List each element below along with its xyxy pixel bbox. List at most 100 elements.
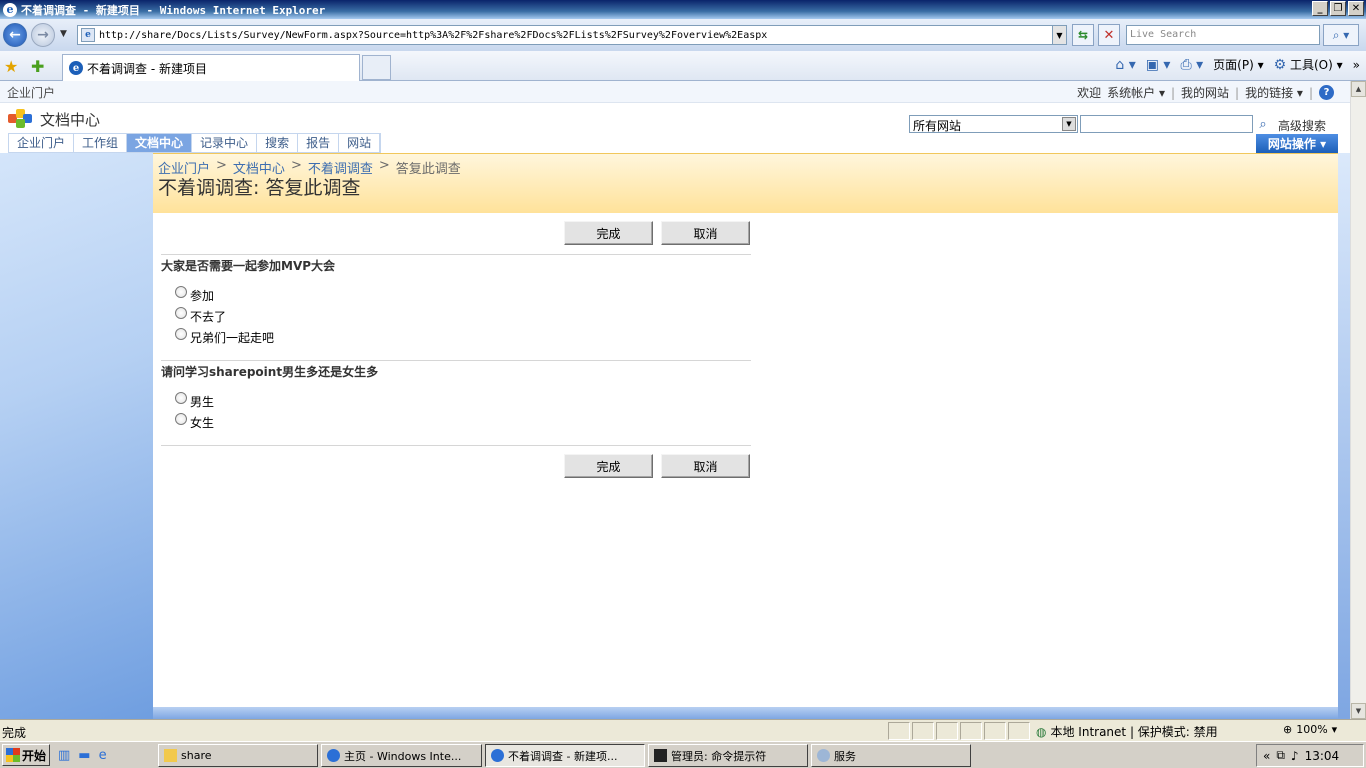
taskbar: 开始 ▥ ▬ e share 主页 - Windows Inte... 不着调调…	[0, 741, 1366, 768]
new-tab-button[interactable]	[362, 55, 391, 80]
option-row[interactable]: 兄弟们一起走吧	[175, 327, 274, 346]
recent-pages-dropdown-icon[interactable]: ▼	[60, 29, 67, 39]
feeds-icon[interactable]: ▣ ▾	[1146, 57, 1171, 73]
nav-item[interactable]: 工作组	[74, 134, 128, 152]
search-scope-value: 所有网站	[913, 119, 962, 133]
scroll-down-icon[interactable]: ▼	[1351, 703, 1366, 719]
ie-logo-icon: e	[3, 2, 17, 17]
page-title: 不着调调查: 答复此调查	[158, 177, 361, 199]
cancel-button[interactable]: 取消	[661, 221, 750, 245]
option-label[interactable]: 不去了	[190, 308, 226, 325]
back-button[interactable]: ←	[3, 23, 27, 47]
restore-button[interactable]: ❐	[1330, 1, 1346, 16]
radio-button[interactable]	[175, 285, 187, 298]
nav-item[interactable]: 企业门户	[9, 134, 75, 152]
stop-button[interactable]: ✕	[1098, 24, 1120, 46]
taskbar-item[interactable]: 主页 - Windows Inte...	[321, 744, 482, 767]
ie-quicklaunch-icon[interactable]: e	[99, 748, 107, 763]
option-row[interactable]: 女生	[175, 412, 214, 431]
add-favorites-icon[interactable]: ✚	[31, 57, 44, 76]
radio-button[interactable]	[175, 391, 187, 404]
sp-global-bar: 企业门户 欢迎 系统帐户 ▾ | 我的网站 | 我的链接 ▾ | ?	[0, 81, 1350, 103]
option-label[interactable]: 女生	[190, 414, 214, 431]
divider: |	[1235, 85, 1240, 100]
nav-item[interactable]: 搜索	[257, 134, 299, 152]
taskbar-item[interactable]: 服务	[811, 744, 971, 767]
my-site-link[interactable]: 我的网站	[1181, 84, 1229, 101]
volume-icon[interactable]: ♪	[1291, 749, 1299, 763]
page-title-area: 企业门户 > 文档中心 > 不着调调查 > 答复此调查 不着调调查: 答复此调查	[153, 153, 1338, 213]
browser-tab[interactable]: e 不着调调查 - 新建项目	[62, 54, 360, 81]
show-desktop-icon[interactable]: ▬	[78, 748, 90, 763]
advanced-search-link[interactable]: 高级搜索	[1278, 117, 1326, 134]
site-actions-menu[interactable]: 网站操作 ▾	[1256, 134, 1338, 153]
my-links-menu-label: 我的链接	[1245, 86, 1294, 100]
divider	[161, 445, 751, 446]
cmd-icon	[654, 749, 667, 762]
taskbar-item[interactable]: 管理员: 命令提示符	[648, 744, 808, 767]
minimize-button[interactable]: _	[1312, 1, 1328, 16]
portal-link[interactable]: 企业门户	[7, 84, 55, 101]
radio-button[interactable]	[175, 306, 187, 319]
account-menu[interactable]: 系统帐户 ▾	[1107, 84, 1165, 101]
radio-button[interactable]	[175, 412, 187, 425]
nav-item[interactable]: 记录中心	[192, 134, 258, 152]
site-name[interactable]: 文档中心	[40, 109, 100, 130]
scroll-up-icon[interactable]: ▲	[1351, 81, 1366, 97]
search-scope-select[interactable]: 所有网站 ▼	[909, 115, 1078, 133]
taskbar-item-active[interactable]: 不着调调查 - 新建项...	[485, 744, 645, 767]
nav-item[interactable]: 报告	[298, 134, 340, 152]
system-tray: « ⧉ ♪ 13:04	[1256, 744, 1364, 767]
taskbar-item[interactable]: share	[158, 744, 318, 767]
favorites-star-icon[interactable]: ★	[4, 57, 18, 76]
option-label[interactable]: 参加	[190, 287, 214, 304]
taskbar-item-label: 管理员: 命令提示符	[671, 749, 767, 763]
page-menu[interactable]: 页面(P) ▾	[1213, 56, 1263, 73]
server-manager-icon[interactable]: ▥	[58, 748, 70, 763]
finish-button[interactable]: 完成	[564, 221, 653, 245]
search-button[interactable]: ⌕ ▾	[1323, 24, 1359, 46]
scope-dropdown-icon[interactable]: ▼	[1062, 117, 1076, 131]
network-icon[interactable]: ⧉	[1276, 748, 1285, 763]
clock[interactable]: 13:04	[1305, 749, 1340, 763]
option-row[interactable]: 男生	[175, 391, 214, 410]
cancel-button[interactable]: 取消	[661, 454, 750, 478]
option-row[interactable]: 参加	[175, 285, 214, 304]
window-title: 不着调调查 - 新建项目 - Windows Internet Explorer	[21, 3, 326, 17]
site-search-input[interactable]	[1080, 115, 1253, 133]
address-dropdown-icon[interactable]: ▼	[1052, 26, 1066, 44]
site-logo-icon	[8, 109, 32, 129]
status-cells	[888, 722, 1030, 740]
option-row[interactable]: 不去了	[175, 306, 226, 325]
nav-item[interactable]: 网站	[339, 134, 381, 152]
option-label[interactable]: 男生	[190, 393, 214, 410]
top-navigation: 企业门户 工作组 文档中心 记录中心 搜索 报告 网站	[8, 133, 382, 153]
ie-icon	[327, 749, 340, 762]
home-icon[interactable]: ⌂ ▾	[1115, 57, 1135, 73]
tools-menu[interactable]: ⚙ 工具(O) ▾	[1274, 56, 1343, 73]
zoom-control[interactable]: ⊕ 100% ▾	[1283, 723, 1337, 736]
security-zone[interactable]: ◍ 本地 Intranet | 保护模式: 禁用	[1036, 723, 1218, 740]
tray-expand-icon[interactable]: «	[1263, 749, 1270, 763]
finish-button[interactable]: 完成	[564, 454, 653, 478]
divider	[161, 360, 751, 361]
help-icon[interactable]: ?	[1319, 85, 1334, 100]
my-links-menu[interactable]: 我的链接 ▾	[1245, 84, 1303, 101]
vertical-scrollbar[interactable]: ▲ ▼	[1350, 81, 1366, 719]
live-search-input[interactable]: Live Search	[1126, 25, 1320, 45]
url-text[interactable]: http://share/Docs/Lists/Survey/NewForm.a…	[99, 30, 1052, 41]
start-button[interactable]: 开始	[2, 744, 50, 766]
quick-launch: ▥ ▬ e	[58, 748, 107, 763]
close-button[interactable]: ✕	[1348, 1, 1364, 16]
forward-button[interactable]: →	[31, 23, 55, 47]
address-field[interactable]: e http://share/Docs/Lists/Survey/NewForm…	[77, 25, 1067, 45]
chevron-more-icon[interactable]: »	[1353, 58, 1360, 72]
option-label[interactable]: 兄弟们一起走吧	[190, 329, 274, 346]
refresh-button[interactable]: ⇆	[1072, 24, 1094, 46]
site-actions-label: 网站操作	[1267, 137, 1316, 151]
print-icon[interactable]: ⎙ ▾	[1180, 57, 1203, 73]
radio-button[interactable]	[175, 327, 187, 340]
nav-item-selected[interactable]: 文档中心	[127, 134, 193, 152]
search-go-icon[interactable]: ⌕	[1254, 115, 1272, 133]
page-icon: e	[81, 28, 95, 42]
